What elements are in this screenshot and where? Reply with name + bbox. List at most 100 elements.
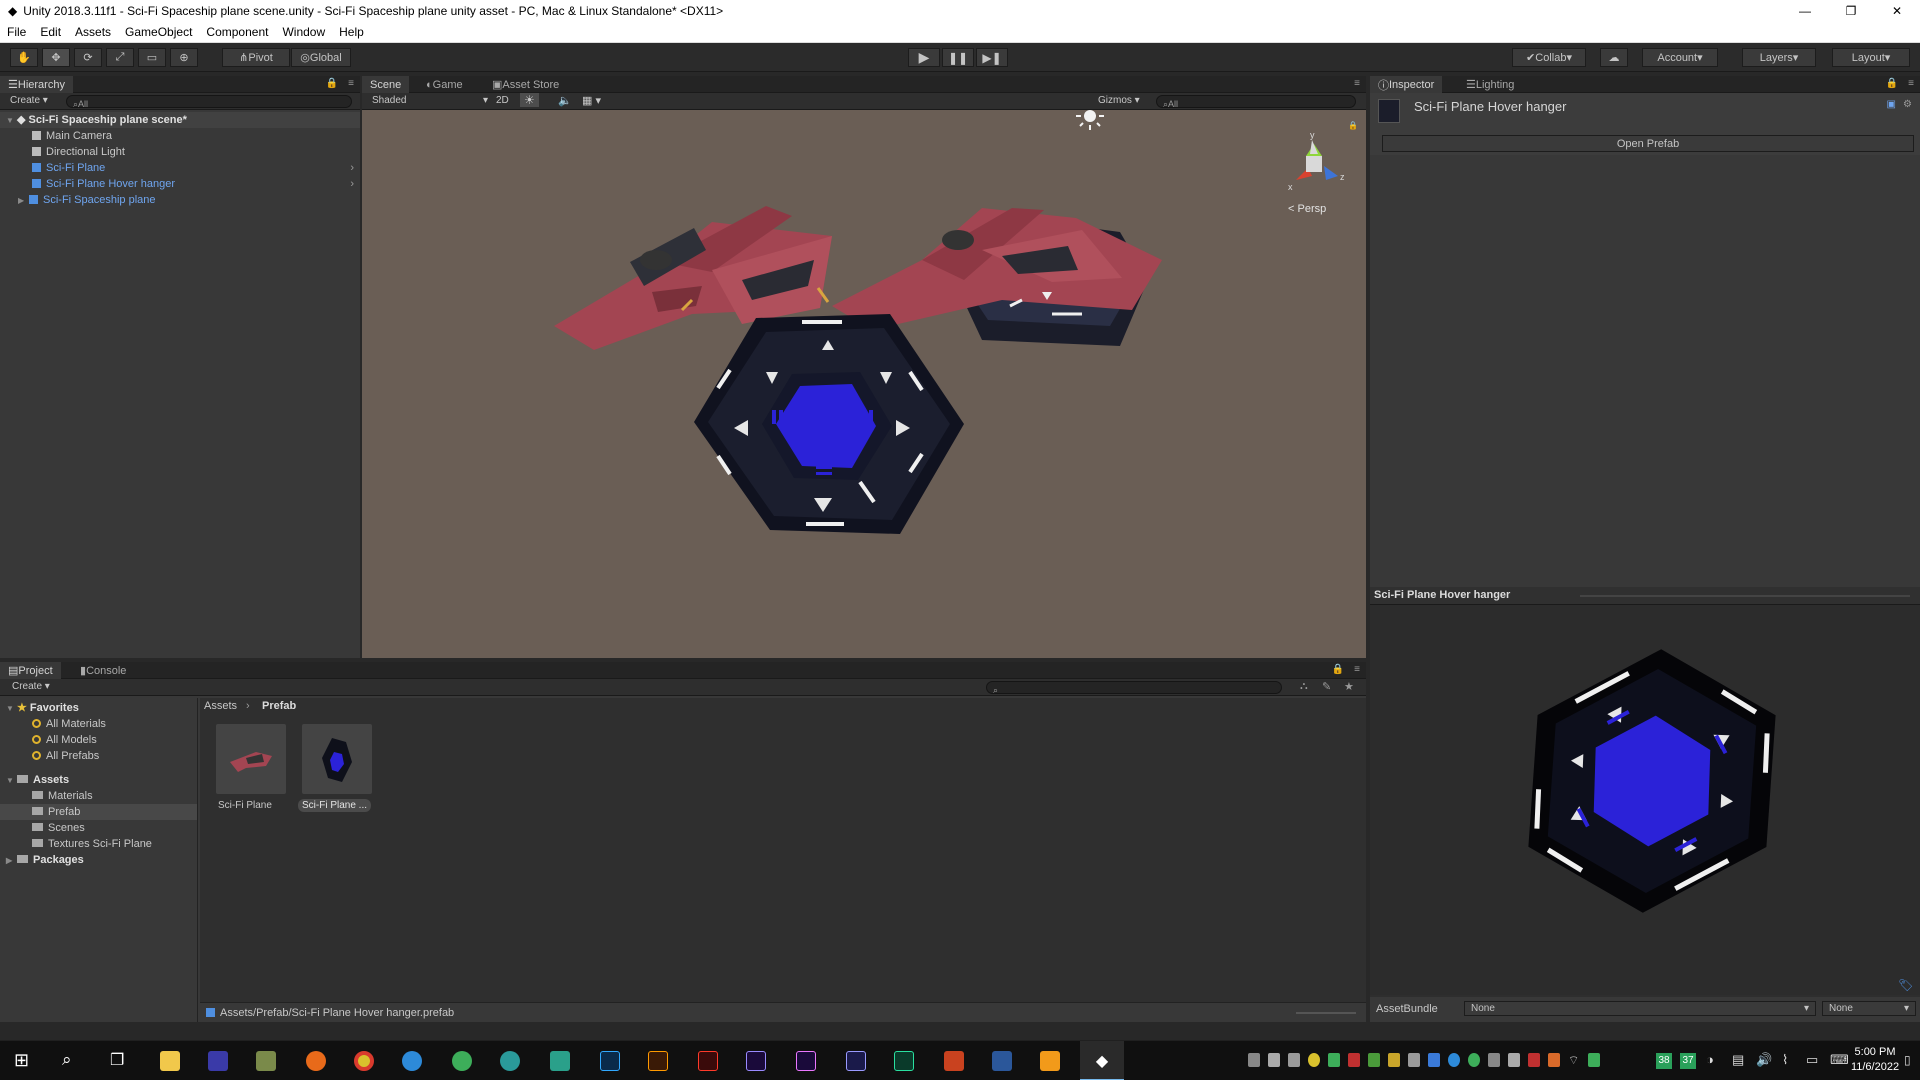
assets-header[interactable]: ▼ Assets bbox=[0, 772, 197, 788]
sun-icon[interactable]: ☀ bbox=[520, 93, 539, 107]
tray-icon[interactable]: ▤ bbox=[1732, 1052, 1744, 1068]
transform-tool-icon[interactable]: ⊕ bbox=[170, 48, 198, 67]
word-icon[interactable] bbox=[992, 1051, 1012, 1071]
filter-label-icon[interactable]: ✎ bbox=[1322, 680, 1331, 693]
hierarchy-item-main-camera[interactable]: Main Camera bbox=[0, 128, 360, 144]
assetbundle-variant-dropdown[interactable]: None ▾ bbox=[1822, 1001, 1916, 1016]
menu-edit[interactable]: Edit bbox=[33, 25, 68, 39]
pause-button[interactable]: ❚❚ bbox=[942, 48, 974, 67]
tag-icon[interactable]: 🏷 bbox=[1898, 978, 1913, 992]
keyboard-icon[interactable]: ⌨ bbox=[1830, 1052, 1849, 1068]
scale-tool-icon[interactable]: ⤢ bbox=[106, 48, 134, 67]
step-button[interactable]: ▶❚ bbox=[976, 48, 1008, 67]
search-icon[interactable]: ⌕ bbox=[62, 1050, 72, 1070]
panel-menu-icon[interactable]: ≡ bbox=[1354, 78, 1360, 89]
hierarchy-item-directional-light[interactable]: Directional Light bbox=[0, 144, 360, 160]
chevron-right-icon[interactable]: › bbox=[350, 160, 354, 176]
cloud-button[interactable]: ☁ bbox=[1600, 48, 1628, 67]
panel-menu-icon[interactable]: ≡ bbox=[348, 78, 354, 89]
hierarchy-item-hover-hanger[interactable]: Sci-Fi Plane Hover hanger › bbox=[0, 176, 360, 192]
tray-icon[interactable] bbox=[1588, 1053, 1600, 1067]
tab-lighting[interactable]: ☰ Lighting bbox=[1458, 76, 1522, 93]
rect-tool-icon[interactable]: ▭ bbox=[138, 48, 166, 67]
app-icon[interactable] bbox=[846, 1051, 866, 1071]
shading-mode-dropdown[interactable]: Shaded ▾ bbox=[372, 95, 488, 106]
close-button[interactable]: ✕ bbox=[1874, 0, 1920, 22]
illustrator-icon[interactable] bbox=[648, 1051, 668, 1071]
star-icon[interactable]: ★ bbox=[1344, 680, 1354, 693]
layout-dropdown[interactable]: Layout ▾ bbox=[1832, 48, 1910, 67]
photoshop-icon[interactable] bbox=[600, 1051, 620, 1071]
breadcrumb-assets[interactable]: Assets bbox=[204, 700, 237, 712]
favorite-all-prefabs[interactable]: All Prefabs bbox=[0, 748, 197, 764]
account-dropdown[interactable]: Account ▾ bbox=[1642, 48, 1718, 67]
tray-icon[interactable] bbox=[1528, 1053, 1540, 1067]
firefox-icon[interactable] bbox=[306, 1051, 326, 1071]
tray-icon[interactable] bbox=[1328, 1053, 1340, 1067]
folder-prefab[interactable]: Prefab bbox=[0, 804, 197, 820]
powerpoint-icon[interactable] bbox=[944, 1051, 964, 1071]
hangar-hexagon-model[interactable] bbox=[694, 314, 964, 534]
clock[interactable]: 5:00 PM 11/6/2022 bbox=[1850, 1045, 1900, 1075]
lock-icon[interactable]: 🔒 bbox=[1886, 78, 1898, 89]
after-effects-icon[interactable] bbox=[746, 1051, 766, 1071]
audio-icon[interactable]: 🔈 bbox=[558, 94, 572, 107]
prefab-preview-viewport[interactable]: 🏷 bbox=[1370, 605, 1920, 995]
windows-start-icon[interactable]: ⊞ bbox=[14, 1050, 29, 1071]
tray-icon[interactable] bbox=[1428, 1053, 1440, 1067]
tray-icon[interactable] bbox=[1388, 1053, 1400, 1067]
scene-header[interactable]: ▼ ◆ Sci-Fi Spaceship plane scene* bbox=[0, 112, 360, 128]
tray-icon[interactable] bbox=[1548, 1053, 1560, 1067]
splitter[interactable] bbox=[1580, 595, 1910, 597]
tab-console[interactable]: ▮ Console bbox=[72, 662, 134, 679]
hierarchy-item-spaceship-plane[interactable]: ▶ Sci-Fi Spaceship plane bbox=[0, 192, 360, 208]
play-button[interactable]: ▶ bbox=[908, 48, 940, 67]
chrome-icon[interactable] bbox=[354, 1051, 374, 1071]
app-icon[interactable] bbox=[550, 1051, 570, 1071]
global-toggle[interactable]: ◎ Global bbox=[291, 48, 351, 67]
hierarchy-item-sci-fi-plane[interactable]: Sci-Fi Plane › bbox=[0, 160, 360, 176]
effects-icon[interactable]: ▦ ▾ bbox=[582, 94, 601, 107]
favorites-header[interactable]: ▼ ★ Favorites bbox=[0, 700, 197, 716]
thumbnail-size-slider[interactable] bbox=[1296, 1012, 1356, 1014]
menu-gameobject[interactable]: GameObject bbox=[118, 25, 199, 39]
layers-dropdown[interactable]: Layers ▾ bbox=[1742, 48, 1816, 67]
tray-badge[interactable]: 38 bbox=[1656, 1053, 1672, 1069]
wifi-icon[interactable]: ⌔ bbox=[1568, 1053, 1580, 1067]
tray-icon[interactable] bbox=[1368, 1053, 1380, 1067]
tray-icon[interactable] bbox=[1248, 1053, 1260, 1067]
create-dropdown[interactable]: Create ▾ bbox=[12, 681, 50, 692]
menu-component[interactable]: Component bbox=[199, 25, 275, 39]
favorite-all-models[interactable]: All Models bbox=[0, 732, 197, 748]
tray-badge[interactable]: 37 bbox=[1680, 1053, 1696, 1069]
persp-toggle[interactable]: < Persp bbox=[1288, 203, 1326, 215]
assetbundle-dropdown[interactable]: None ▾ bbox=[1464, 1001, 1816, 1016]
orientation-gizmo[interactable] bbox=[1296, 140, 1338, 180]
packages-header[interactable]: ▶ Packages bbox=[0, 852, 197, 868]
hand-tool-icon[interactable]: ✋ bbox=[10, 48, 38, 67]
app-icon[interactable] bbox=[256, 1051, 276, 1071]
task-view-icon[interactable]: ❐ bbox=[110, 1050, 124, 1070]
light-gizmo-icon[interactable] bbox=[1076, 110, 1104, 130]
asset-thumb-sci-fi-plane[interactable] bbox=[216, 724, 286, 794]
notifications-icon[interactable]: ▯ bbox=[1904, 1053, 1911, 1067]
tray-icon[interactable]: ◑ bbox=[1706, 1052, 1714, 1067]
tab-inspector[interactable]: ⓘ Inspector bbox=[1370, 76, 1443, 93]
tab-scene[interactable]: Scene bbox=[362, 76, 410, 93]
asset-thumb-hover-hanger[interactable] bbox=[302, 724, 372, 794]
tab-project[interactable]: ▤ Project bbox=[0, 662, 61, 679]
folder-textures[interactable]: Textures Sci-Fi Plane bbox=[0, 836, 197, 852]
tray-icon[interactable] bbox=[1508, 1053, 1520, 1067]
favorite-all-materials[interactable]: All Materials bbox=[0, 716, 197, 732]
collab-dropdown[interactable]: ✔ Collab ▾ bbox=[1512, 48, 1586, 67]
menu-file[interactable]: File bbox=[0, 25, 33, 39]
tray-icon[interactable] bbox=[1288, 1053, 1300, 1067]
panel-menu-icon[interactable]: ≡ bbox=[1908, 78, 1914, 89]
panel-menu-icon[interactable]: ≡ bbox=[1354, 664, 1360, 675]
animate-icon[interactable] bbox=[698, 1051, 718, 1071]
app-icon[interactable] bbox=[500, 1051, 520, 1071]
breadcrumb-prefab[interactable]: Prefab bbox=[262, 700, 296, 712]
volume-icon[interactable]: 🔊 bbox=[1756, 1052, 1772, 1068]
folder-materials[interactable]: Materials bbox=[0, 788, 197, 804]
audition-icon[interactable] bbox=[894, 1051, 914, 1071]
